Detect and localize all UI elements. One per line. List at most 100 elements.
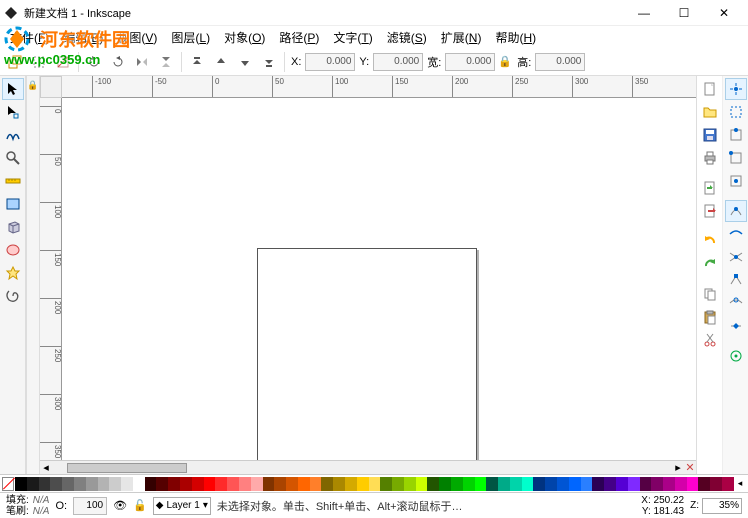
menu-s[interactable]: 滤镜(S) [381,27,433,48]
zoom-input[interactable] [702,498,742,514]
swatch[interactable] [27,477,39,491]
swatch[interactable] [50,477,62,491]
swatch[interactable] [486,477,498,491]
menu-t[interactable]: 文字(T) [327,27,378,48]
swatch[interactable] [180,477,192,491]
swatch[interactable] [39,477,51,491]
h-input[interactable] [535,53,585,71]
save-icon[interactable] [699,124,721,146]
zoom-tool[interactable] [2,147,24,169]
menu-o[interactable]: 对象(O) [218,27,271,48]
swatch[interactable] [498,477,510,491]
cut-icon[interactable] [699,329,721,351]
snap-cusp-icon[interactable] [725,269,747,291]
swatch[interactable] [463,477,475,491]
layer-selector[interactable]: ◆ Layer 1 ▾ [153,497,211,515]
swatch[interactable] [510,477,522,491]
copy-icon[interactable] [699,283,721,305]
snap-enable-icon[interactable] [725,78,747,100]
swatch[interactable] [533,477,545,491]
lower-icon[interactable] [234,51,256,73]
flip-v-icon[interactable] [155,51,177,73]
tweak-tool[interactable] [2,124,24,146]
swatch[interactable] [522,477,534,491]
swatch[interactable] [380,477,392,491]
import-icon[interactable] [699,177,721,199]
swatch[interactable] [392,477,404,491]
export-icon[interactable] [699,200,721,222]
w-input[interactable] [445,53,495,71]
scrollbar-thumb[interactable] [67,463,187,473]
layer-lock-icon[interactable]: 🔓 [133,499,147,512]
swatch[interactable] [239,477,251,491]
raise-icon[interactable] [210,51,232,73]
measure-tool[interactable] [2,170,24,192]
select-all-icon[interactable] [28,51,50,73]
swatch[interactable] [416,477,428,491]
close-button[interactable]: ✕ [704,0,744,26]
swatch[interactable] [62,477,74,491]
rotate-cw-icon[interactable] [107,51,129,73]
palette-menu-icon[interactable]: ◂ [734,478,747,489]
menu-h[interactable]: 帮助(H) [489,27,542,48]
swatch[interactable] [251,477,263,491]
swatch[interactable] [663,477,675,491]
swatch[interactable] [310,477,322,491]
menu-v[interactable]: 视图(V) [111,27,163,48]
lock-icon[interactable]: 🔒 [27,76,39,94]
raise-top-icon[interactable] [186,51,208,73]
canvas[interactable] [62,98,696,460]
swatch[interactable] [439,477,451,491]
snap-other-icon[interactable] [725,345,747,367]
snap-smooth-icon[interactable] [725,292,747,314]
snap-node-icon[interactable] [725,200,747,222]
menu-e[interactable]: 编辑(E) [57,27,109,48]
minimize-button[interactable]: — [624,0,664,26]
swatch[interactable] [192,477,204,491]
swatch[interactable] [227,477,239,491]
rectangle-tool[interactable] [2,193,24,215]
swatch[interactable] [451,477,463,491]
swatch[interactable] [710,477,722,491]
swatch[interactable] [345,477,357,491]
swatch[interactable] [263,477,275,491]
swatch[interactable] [628,477,640,491]
swatch[interactable] [687,477,699,491]
swatch[interactable] [569,477,581,491]
swatch[interactable] [204,477,216,491]
snap-bbox-midpoint-icon[interactable] [725,170,747,192]
flip-h-icon[interactable] [131,51,153,73]
swatch[interactable] [604,477,616,491]
swatch[interactable] [475,477,487,491]
swatch[interactable] [675,477,687,491]
menu-l[interactable]: 图层(L) [165,27,216,48]
maximize-button[interactable]: ☐ [664,0,704,26]
3dbox-tool[interactable] [2,216,24,238]
snap-midpoint-icon[interactable] [725,315,747,337]
redo-icon[interactable] [699,253,721,275]
swatch[interactable] [369,477,381,491]
swatch[interactable] [333,477,345,491]
swatch[interactable] [404,477,416,491]
open-icon[interactable] [699,101,721,123]
swatch[interactable] [616,477,628,491]
swatch[interactable] [121,477,133,491]
selector-tool[interactable] [2,78,24,100]
swatch[interactable] [86,477,98,491]
node-tool[interactable] [2,101,24,123]
y-input[interactable] [373,53,423,71]
snap-bbox-corner-icon[interactable] [725,147,747,169]
print-icon[interactable] [699,147,721,169]
swatch[interactable] [215,477,227,491]
swatch[interactable] [640,477,652,491]
swatch[interactable] [545,477,557,491]
swatch[interactable] [274,477,286,491]
swatch[interactable] [98,477,110,491]
deselect-icon[interactable] [52,51,74,73]
spiral-tool[interactable] [2,285,24,307]
layer-visible-icon[interactable]: 👁 [113,499,127,512]
swatch[interactable] [581,477,593,491]
select-all-layers-icon[interactable] [4,51,26,73]
swatch[interactable] [156,477,168,491]
swatch[interactable] [133,477,145,491]
